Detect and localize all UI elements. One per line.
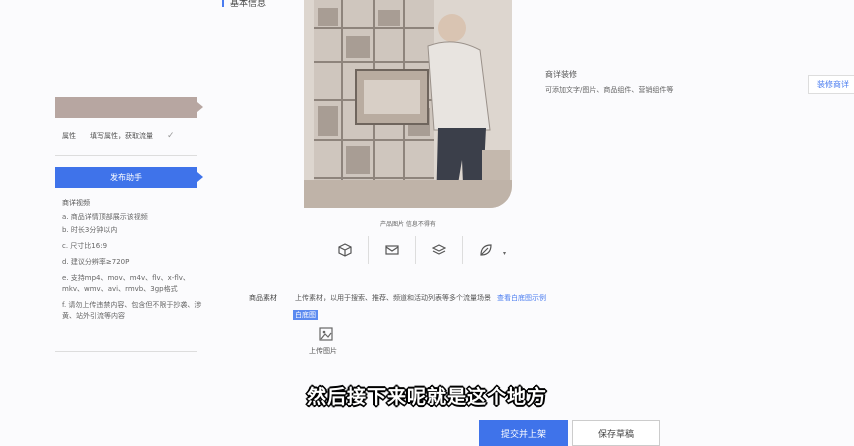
check-icon: ✓ (167, 131, 175, 141)
chevron-down-icon[interactable]: ▾ (503, 250, 506, 257)
tips-panel: 商详视频 a. 商品详情顶部展示该视频 b. 时长3分钟以内 c. 尺寸比16:… (62, 198, 202, 327)
image-caption: 产品图片 信息不得有 (380, 221, 436, 228)
detail-description: 可添加文字/图片、商品组件、营销组件等 (545, 86, 674, 94)
tips-item: c. 尺寸比16:9 (62, 242, 108, 250)
section-marker (222, 0, 224, 7)
save-draft-button[interactable]: 保存草稿 (572, 420, 660, 446)
tips-item: f. 请勿上传违禁内容、包含但不限于抄袭、涉黄、站外引流等内容 (62, 301, 202, 320)
sidebar-item-hint: 填写属性，获取流量 (90, 132, 153, 140)
tips-item: d. 建议分辨率≥720P (62, 258, 130, 266)
sidebar-item-attributes[interactable]: 属性 填写属性，获取流量 ✓ (62, 131, 175, 141)
decorate-detail-button[interactable]: 装修商详 (808, 75, 854, 94)
section-header: 基本信息 (222, 0, 266, 9)
white-image-tag[interactable]: 白底图 (293, 310, 318, 320)
divider (55, 155, 197, 156)
section-title: 基本信息 (230, 0, 267, 9)
product-image[interactable] (304, 0, 512, 208)
tips-item: a. 商品详情顶部展示该视频 (62, 213, 148, 221)
detail-title: 商详装修 (545, 70, 577, 79)
layers-icon[interactable] (416, 236, 463, 264)
sidebar-item-label: 属性 (62, 132, 76, 140)
material-description-text: 上传素材，以用于搜索、推荐、频道和活动列表等多个流量场景 (295, 294, 491, 302)
tips-item: e. 支持mp4、mov、m4v、flv、x-flv、mkv、wmv、avi、r… (62, 274, 190, 293)
image-upload-icon[interactable] (319, 326, 333, 345)
submit-and-list-button[interactable]: 提交并上架 (479, 420, 568, 446)
envelope-icon[interactable] (369, 236, 416, 264)
sidebar-step-assistant[interactable]: 发布助手 (55, 167, 203, 188)
tips-title: 商详视频 (62, 199, 90, 207)
upload-image-label[interactable]: 上传图片 (309, 346, 337, 356)
divider (55, 351, 197, 352)
material-label: 商品素材 (249, 294, 277, 302)
material-description: 上传素材，以用于搜索、推荐、频道和活动列表等多个流量场景 查看白底图示例 (295, 293, 546, 303)
box-icon[interactable] (322, 236, 369, 264)
white-image-example-link[interactable]: 查看白底图示例 (497, 294, 546, 302)
sidebar-step-basic[interactable] (55, 97, 203, 118)
image-toolbar: ▾ (322, 236, 506, 264)
video-subtitle: 然后接下来呢就是这个地方 (306, 386, 547, 408)
tips-item: b. 时长3分钟以内 (62, 226, 118, 234)
